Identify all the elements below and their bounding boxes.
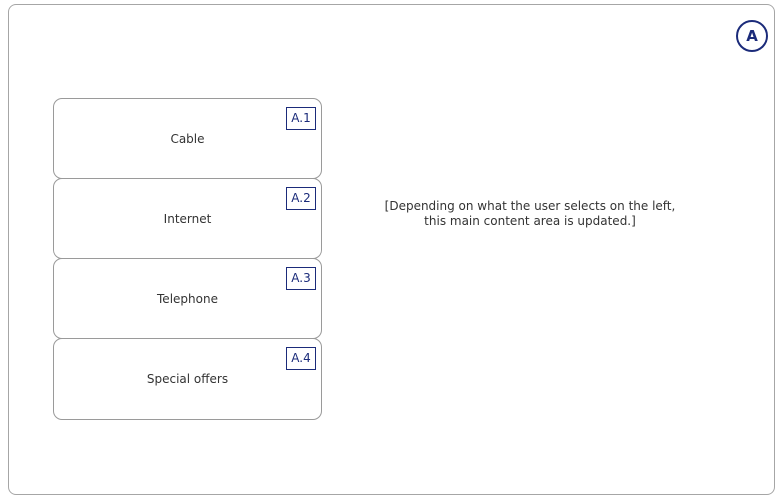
nav-item-special-offers[interactable]: Special offers A.4: [53, 338, 322, 420]
placeholder-text-line: [Depending on what the user selects on t…: [384, 199, 676, 213]
annotation-tag: A.2: [286, 187, 316, 210]
main-content-placeholder: [Depending on what the user selects on t…: [340, 199, 720, 229]
annotation-tag: A.3: [286, 267, 316, 290]
nav-item-cable[interactable]: Cable A.1: [53, 98, 322, 179]
side-navigation: Cable A.1 Internet A.2 Telephone A.3 Spe…: [53, 98, 322, 420]
annotation-tag: A.4: [286, 347, 316, 370]
placeholder-text-line: this main content area is updated.]: [424, 214, 636, 228]
annotation-tag: A.1: [286, 107, 316, 130]
nav-item-internet[interactable]: Internet A.2: [53, 178, 322, 259]
nav-item-label: Cable: [170, 131, 205, 146]
nav-item-label: Telephone: [157, 291, 218, 306]
nav-item-label: Special offers: [146, 372, 229, 386]
nav-item-label: Internet: [163, 211, 212, 226]
nav-item-telephone[interactable]: Telephone A.3: [53, 258, 322, 339]
section-marker-badge: A: [736, 20, 768, 52]
